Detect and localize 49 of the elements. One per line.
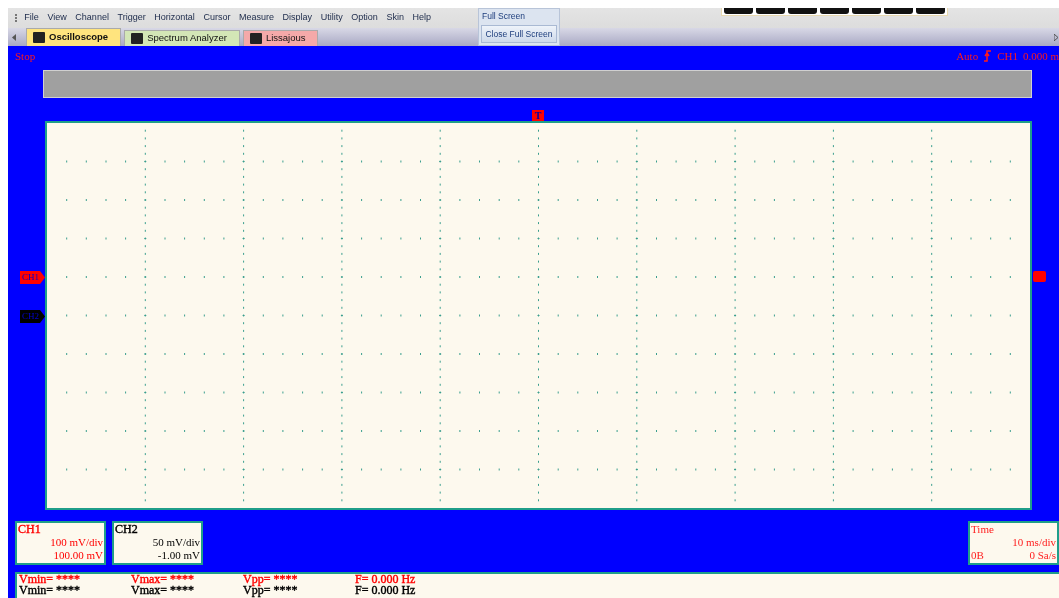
channel-name: CH2	[115, 523, 139, 536]
toolbar-button[interactable]	[884, 8, 913, 14]
scroll-left-icon[interactable]	[12, 33, 16, 41]
measurement-value: F= 0.000 Hz	[355, 583, 416, 597]
trigger-source: CH1	[997, 48, 1018, 64]
toolbar-button[interactable]	[756, 8, 785, 14]
menu-item[interactable]: Horizontal	[149, 11, 200, 25]
menu-item[interactable]: Display	[278, 11, 317, 25]
tab[interactable]: Lissajous	[242, 30, 319, 46]
menu-item[interactable]: Measure	[234, 11, 279, 25]
menu-item[interactable]: Skin	[382, 11, 409, 25]
menu-item[interactable]: Channel	[71, 11, 114, 25]
toolbar-button[interactable]	[916, 8, 945, 14]
measurement-value: Vpp= ****	[243, 572, 298, 586]
channel-offset: 100.00 mV	[52, 549, 103, 562]
measurement-value: Vmin= ****	[19, 583, 81, 597]
menu-item[interactable]: Help	[408, 11, 436, 25]
toolbar-button[interactable]	[852, 8, 881, 14]
menu-item[interactable]: View	[43, 11, 72, 25]
menu-item[interactable]: Cursor	[199, 11, 235, 25]
close-full-screen-button[interactable]: Close Full Screen	[481, 25, 557, 43]
volts-per-div: 100 mV/div	[49, 536, 103, 549]
tab[interactable]: Oscilloscope	[26, 28, 122, 46]
time-per-div: 10 ms/div	[1011, 536, 1056, 549]
measurement-value: Vmin= ****	[19, 572, 81, 586]
trigger-level: 0.000 m	[1022, 48, 1059, 64]
menu-item[interactable]: Option	[347, 11, 383, 25]
volts-per-div: 50 mV/div	[151, 536, 200, 549]
rising-edge-icon	[983, 50, 993, 62]
channel-offset: -1.00 mV	[156, 549, 200, 562]
menu-item[interactable]: Trigger	[113, 11, 150, 25]
measurement-value: Vmax= ****	[131, 572, 195, 586]
run-state: Stop	[15, 48, 36, 64]
group-title: Full Screen	[481, 10, 526, 23]
trigger-level-marker[interactable]	[1033, 271, 1046, 282]
measurement-value: Vmax= ****	[131, 583, 195, 597]
memory-depth: 0B	[971, 549, 984, 562]
menu-item[interactable]: File	[20, 11, 44, 25]
toolbar-button[interactable]	[820, 8, 849, 14]
trigger-mode: Auto	[956, 48, 979, 64]
toolbar-button[interactable]	[788, 8, 817, 14]
scroll-right-icon[interactable]	[1054, 33, 1058, 41]
channel-name: CH1	[18, 523, 42, 536]
timebase-label: Time	[971, 523, 995, 536]
measurement-value: F= 0.000 Hz	[355, 572, 416, 586]
tab[interactable]: Spectrum Analyzer	[124, 30, 240, 46]
toolbar-button[interactable]	[724, 8, 753, 14]
menu-item[interactable]: Utility	[316, 11, 347, 25]
sample-rate: 0 Sa/s	[1029, 549, 1056, 562]
